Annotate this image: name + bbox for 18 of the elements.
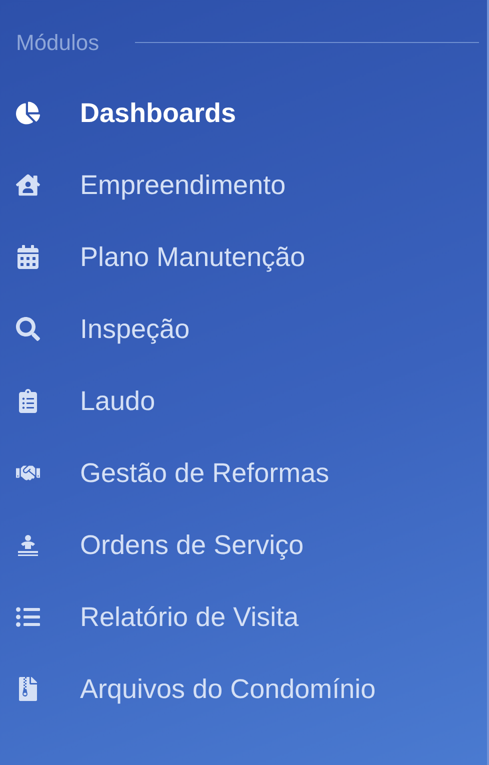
house-user-icon bbox=[16, 173, 40, 197]
nav-item[interactable]: Laudo bbox=[16, 381, 479, 421]
section-title: Módulos bbox=[16, 29, 100, 57]
nav-item[interactable]: Arquivos do Condomínio bbox=[16, 669, 479, 709]
archive-file-icon bbox=[16, 677, 40, 701]
nav-item[interactable]: Ordens de Serviço bbox=[16, 525, 479, 565]
person-at-desk-icon bbox=[16, 533, 40, 557]
nav-item[interactable]: Plano Manutenção bbox=[16, 237, 479, 277]
nav-item[interactable]: Relatório de Visita bbox=[16, 597, 479, 637]
clipboard-icon bbox=[16, 389, 40, 413]
list-icon bbox=[16, 605, 40, 629]
nav-item[interactable]: Inspeção bbox=[16, 309, 479, 349]
nav-item[interactable]: Gestão de Reformas bbox=[16, 453, 479, 493]
search-icon bbox=[16, 317, 40, 341]
nav-item[interactable]: Dashboards bbox=[16, 93, 479, 133]
pie-chart-icon bbox=[16, 101, 40, 125]
nav-item[interactable]: Empreendimento bbox=[16, 165, 479, 205]
calendar-icon bbox=[16, 245, 40, 269]
